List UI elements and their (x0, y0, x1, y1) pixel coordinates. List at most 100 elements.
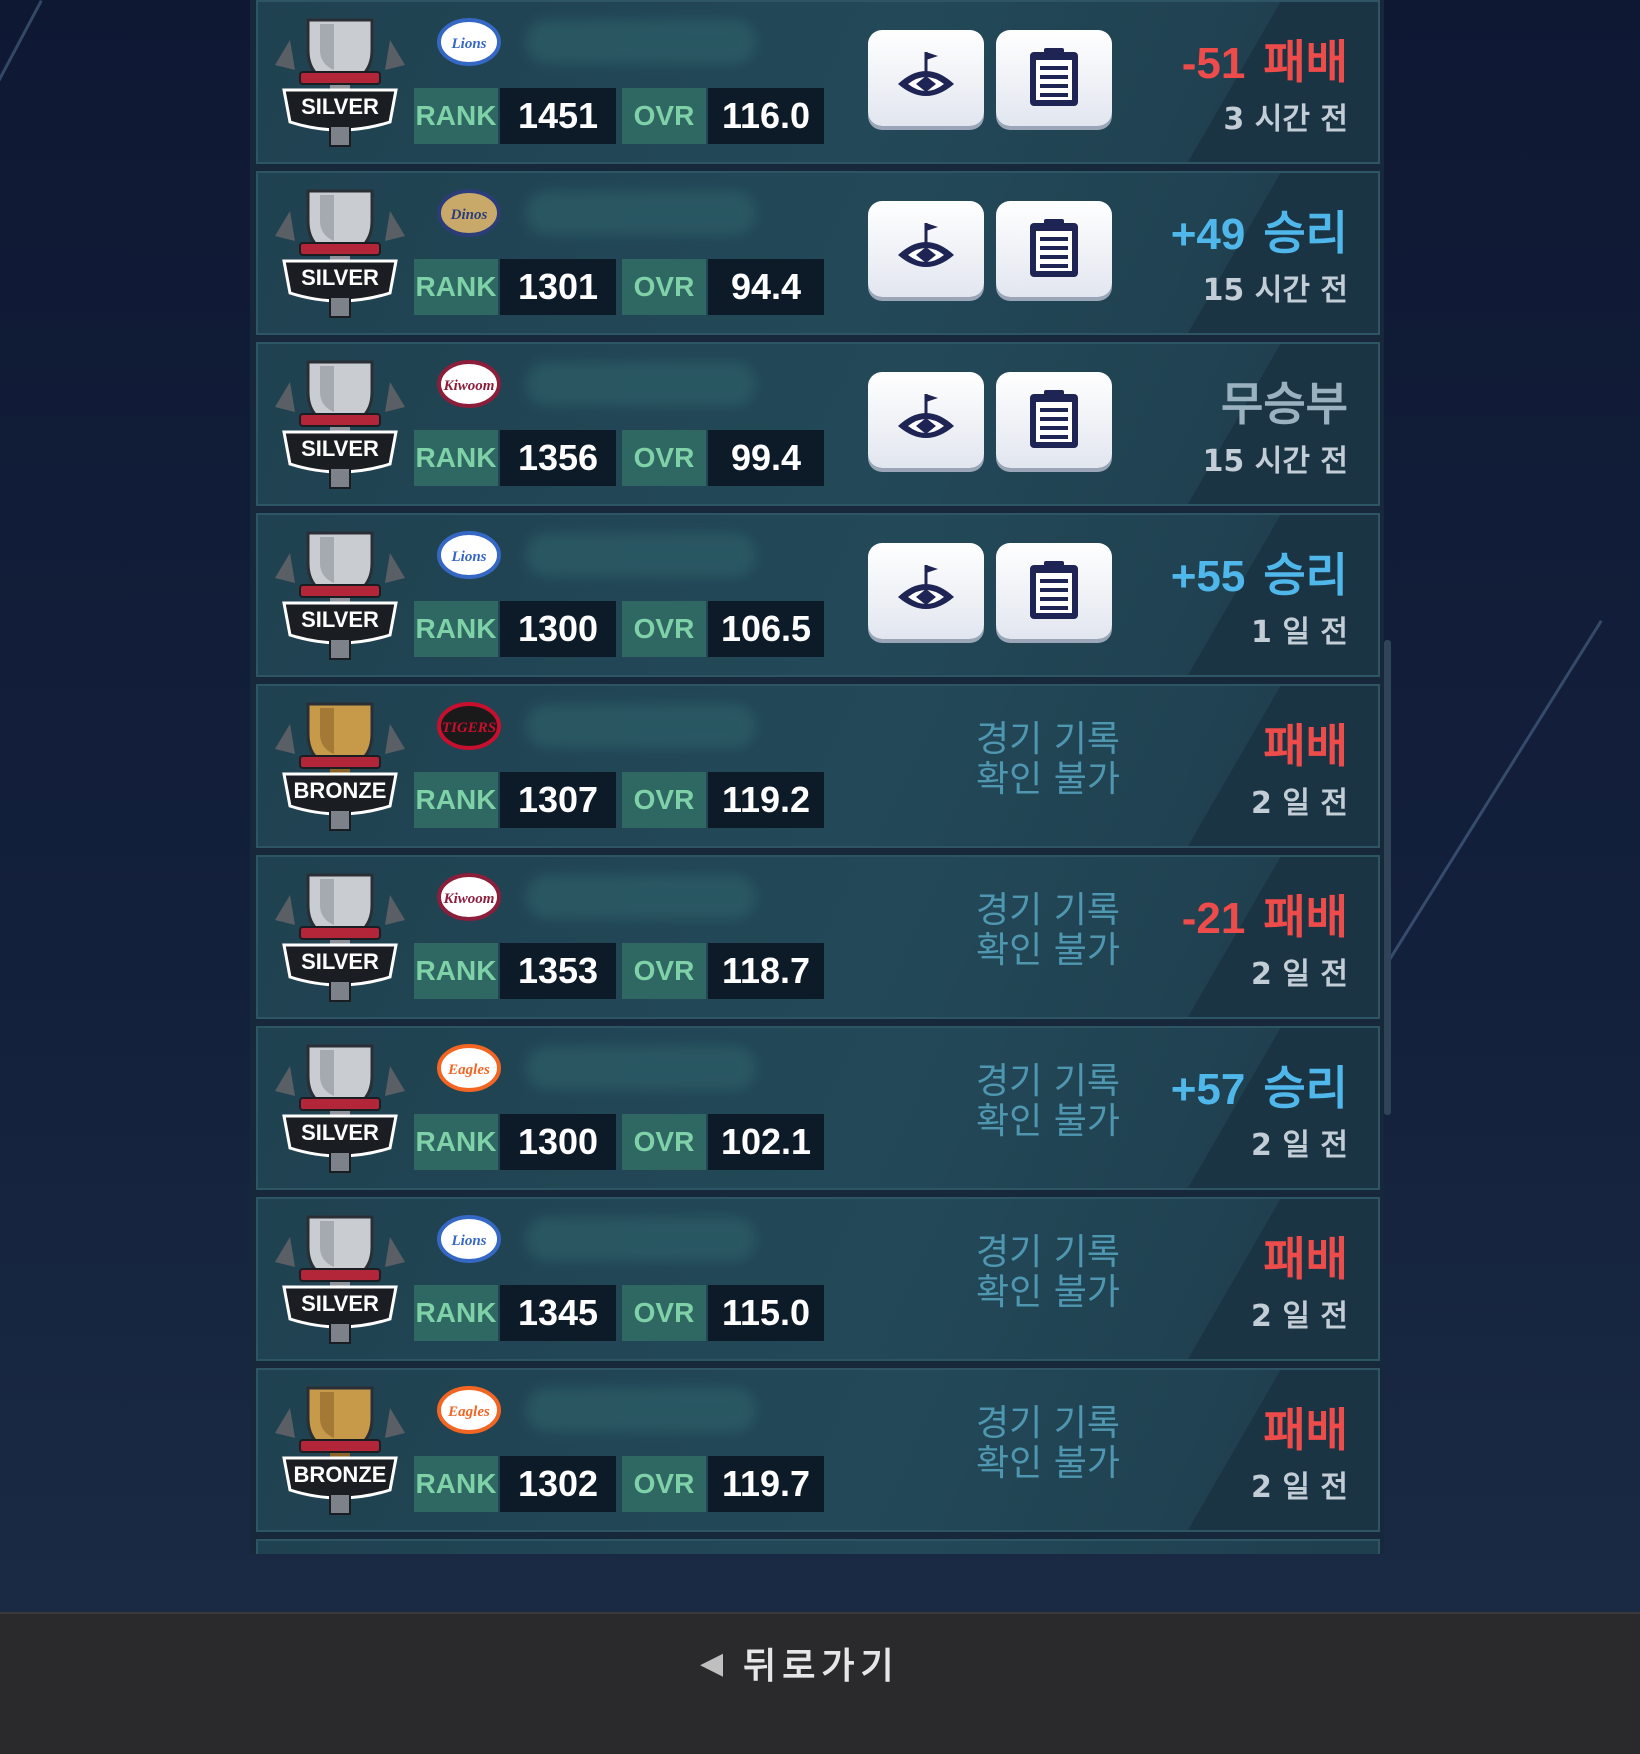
svg-text:SILVER: SILVER (301, 1291, 379, 1316)
ovr-value: 94.4 (708, 259, 824, 315)
match-result: +49 승리 (1171, 197, 1348, 263)
match-result: 패배 (1245, 1223, 1348, 1289)
match-history-list[interactable]: SILVER Lions RANK 1451 OVR 116.0 -51 패배 3… (250, 0, 1384, 1554)
match-row[interactable]: SILVER Lions RANK 1345 OVR 115.0 경기 기록 확… (256, 1197, 1380, 1361)
team-logo-icon: Eagles (430, 1042, 508, 1094)
match-result: +57 승리 (1171, 1052, 1348, 1118)
match-row[interactable]: BRONZE TIGERS RANK 1307 OVR 119.2 경기 기록 … (256, 684, 1380, 848)
stadium-view-button[interactable] (868, 372, 984, 468)
record-unavailable-text: 경기 기록 확인 불가 (918, 1062, 1178, 1142)
ovr-value: 102.1 (708, 1114, 824, 1170)
rank-label: RANK (414, 772, 498, 828)
back-button[interactable]: ◀ 뒤로가기 (700, 1628, 900, 1698)
opponent-name-redacted (526, 20, 756, 64)
team-logo-icon: Lions (430, 16, 508, 68)
svg-text:BRONZE: BRONZE (294, 1462, 387, 1487)
rank-label: RANK (414, 1285, 498, 1341)
silver-tier-badge-icon: SILVER (270, 1036, 410, 1176)
ovr-value: 119.2 (708, 772, 824, 828)
match-time: 15 시간 전 (1202, 444, 1348, 479)
result-label: 승리 (1263, 1061, 1348, 1115)
unavailable-line-1: 경기 기록 (976, 719, 1120, 760)
silver-tier-badge-icon: SILVER (270, 865, 410, 1005)
opponent-name-redacted (526, 1046, 756, 1090)
svg-text:SILVER: SILVER (301, 265, 379, 290)
match-record-button[interactable] (996, 30, 1112, 126)
match-row[interactable]: SILVER Eagles RANK 1300 OVR 102.1 경기 기록 … (256, 1026, 1380, 1190)
svg-text:TIGERS: TIGERS (442, 720, 496, 736)
match-row-partial[interactable]: BRONZE (256, 1539, 1380, 1554)
svg-text:Lions: Lions (450, 549, 486, 565)
bronze-tier-badge-icon: BRONZE (270, 694, 410, 834)
match-result: 패배 (1245, 1394, 1348, 1460)
record-unavailable-text: 경기 기록 확인 불가 (918, 1233, 1178, 1313)
match-result: -21 패배 (1182, 881, 1348, 947)
team-logo-icon: Kiwoom (430, 358, 508, 410)
match-record-button[interactable] (996, 543, 1112, 639)
ovr-label: OVR (622, 601, 706, 657)
back-label: 뒤로가기 (743, 1646, 900, 1687)
silver-tier-badge-icon: SILVER (270, 10, 410, 150)
opponent-name-redacted (526, 1217, 756, 1261)
team-logo-icon: Kiwoom (430, 871, 508, 923)
ovr-value: 119.7 (708, 1456, 824, 1512)
ovr-label: OVR (622, 259, 706, 315)
rank-label: RANK (414, 601, 498, 657)
match-time: 2 일 전 (1251, 786, 1348, 821)
stadium-view-button[interactable] (868, 201, 984, 297)
match-row[interactable]: SILVER Kiwoom RANK 1353 OVR 118.7 경기 기록 … (256, 855, 1380, 1019)
unavailable-line-2: 확인 불가 (976, 1272, 1120, 1313)
match-result: 패배 (1245, 710, 1348, 776)
ovr-label: OVR (622, 88, 706, 144)
stadium-view-button[interactable] (868, 30, 984, 126)
points-change: +55 (1170, 552, 1246, 601)
rank-value: 1301 (500, 259, 616, 315)
match-row[interactable]: SILVER Dinos RANK 1301 OVR 94.4 +49 승리 15… (256, 171, 1380, 335)
unavailable-line-2: 확인 불가 (976, 1101, 1120, 1142)
footer-bar: ◀ 뒤로가기 (0, 1612, 1640, 1754)
match-record-button[interactable] (996, 201, 1112, 297)
match-time: 15 시간 전 (1202, 273, 1348, 308)
match-row[interactable]: SILVER Lions RANK 1300 OVR 106.5 +55 승리 1… (256, 513, 1380, 677)
rank-label: RANK (414, 1114, 498, 1170)
match-record-button[interactable] (996, 372, 1112, 468)
team-logo-icon: TIGERS (430, 700, 508, 752)
result-label: 패배 (1263, 35, 1348, 89)
svg-text:Eagles: Eagles (447, 1404, 490, 1420)
points-change: +57 (1170, 1065, 1246, 1114)
match-result: -51 패배 (1182, 26, 1348, 92)
match-row[interactable]: BRONZE Eagles RANK 1302 OVR 119.7 경기 기록 … (256, 1368, 1380, 1532)
match-time: 2 일 전 (1251, 1299, 1348, 1334)
rank-value: 1356 (500, 430, 616, 486)
match-row[interactable]: SILVER Kiwoom RANK 1356 OVR 99.4 무승부 15 … (256, 342, 1380, 506)
match-row[interactable]: SILVER Lions RANK 1451 OVR 116.0 -51 패배 3… (256, 0, 1380, 164)
match-time: 3 시간 전 (1223, 102, 1348, 137)
opponent-name-redacted (526, 704, 756, 748)
scrollbar[interactable] (1384, 640, 1391, 1115)
result-label: 승리 (1263, 548, 1348, 602)
team-logo-icon: Eagles (430, 1384, 508, 1436)
points-change: -21 (1181, 894, 1246, 943)
match-time: 2 일 전 (1251, 957, 1348, 992)
opponent-name-redacted (526, 533, 756, 577)
stadium-view-button[interactable] (868, 543, 984, 639)
svg-text:Kiwoom: Kiwoom (443, 378, 495, 394)
svg-text:BRONZE: BRONZE (294, 778, 387, 803)
team-logo-icon: Dinos (430, 187, 508, 239)
chevron-left-icon: ◀ (700, 1645, 730, 1681)
match-time: 2 일 전 (1251, 1128, 1348, 1163)
ovr-label: OVR (622, 1285, 706, 1341)
unavailable-line-2: 확인 불가 (976, 1443, 1120, 1484)
svg-text:Dinos: Dinos (450, 207, 488, 223)
svg-text:Lions: Lions (450, 1233, 486, 1249)
rank-value: 1300 (500, 601, 616, 657)
rank-value: 1451 (500, 88, 616, 144)
rank-value: 1345 (500, 1285, 616, 1341)
svg-text:SILVER: SILVER (301, 436, 379, 461)
match-time: 2 일 전 (1251, 1470, 1348, 1505)
result-label: 무승부 (1221, 377, 1348, 431)
record-unavailable-text: 경기 기록 확인 불가 (918, 891, 1178, 971)
match-result: +55 승리 (1171, 539, 1348, 605)
ovr-value: 116.0 (708, 88, 824, 144)
match-time: 1 일 전 (1251, 615, 1348, 650)
